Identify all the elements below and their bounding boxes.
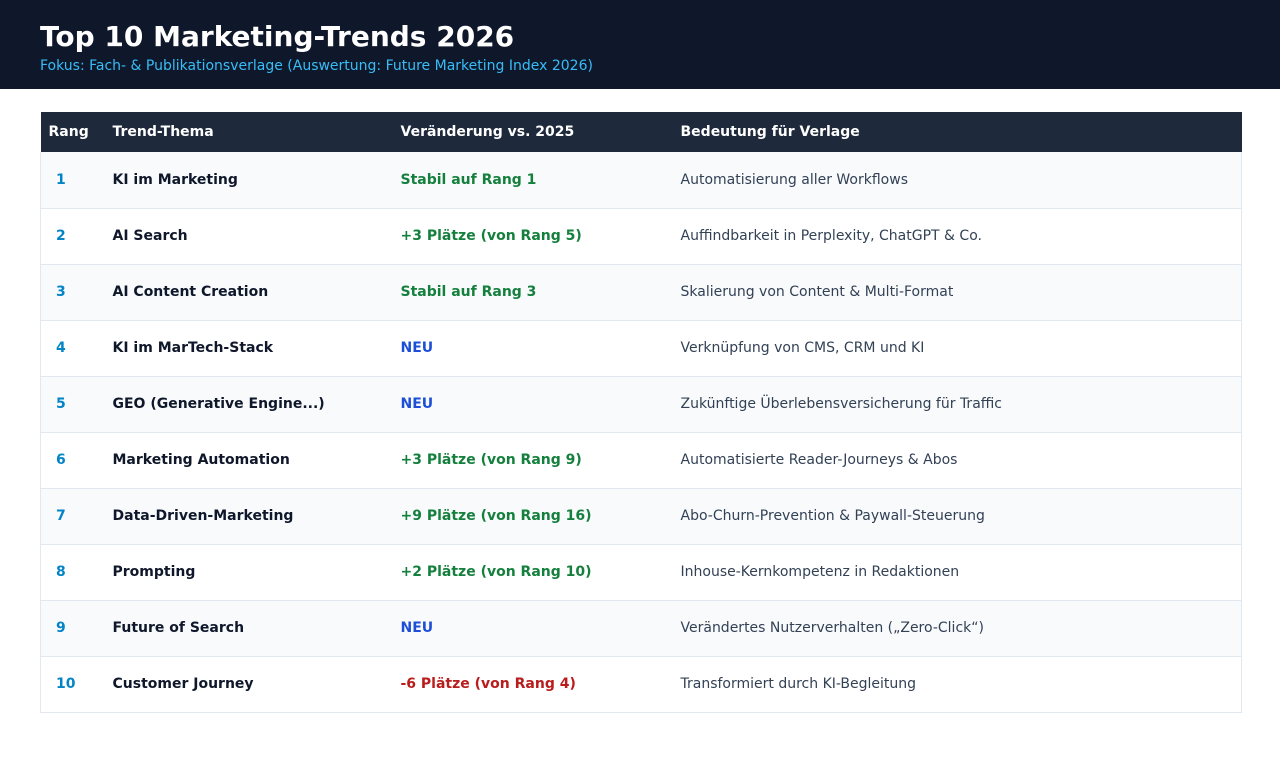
- change-cell: -6 Plätze (von Rang 4): [400, 676, 576, 692]
- meaning-cell: Automatisierte Reader-Journeys & Abos: [680, 452, 958, 468]
- topic-cell: KI im Marketing: [112, 171, 238, 188]
- rank-cell: 2: [56, 228, 66, 244]
- change-cell: +3 Plätze (von Rang 5): [400, 228, 582, 244]
- rank-cell: 9: [56, 620, 66, 636]
- trends-table: Rang Trend-Thema Veränderung vs. 2025 Be…: [40, 112, 1242, 713]
- table-row: 9 Future of Search NEU Verändertes Nutzerve…: [40, 600, 1242, 656]
- meaning-cell: Zukünftige Überlebensversicherung für Tr…: [680, 396, 1003, 412]
- rank-cell: 5: [56, 396, 66, 412]
- rank-cell: 3: [56, 284, 66, 300]
- page-header: Top 10 Marketing-Trends 2026 Fokus: Fach…: [0, 0, 1280, 89]
- table-row: 4 KI im MarTech-Stack NEU Verknüpfung von C…: [40, 320, 1242, 376]
- topic-cell: Future of Search: [112, 620, 245, 636]
- column-header-rank: Rang: [48, 124, 89, 140]
- table-row: 8 Prompting +2 Plätze (von Rang 10) Inhouse…: [40, 544, 1242, 600]
- table-header-row: Rang Trend-Thema Veränderung vs. 2025 Be…: [40, 112, 1242, 152]
- change-cell: +3 Plätze (von Rang 9): [400, 452, 582, 468]
- topic-cell: KI im MarTech-Stack: [112, 340, 274, 356]
- meaning-cell: Skalierung von Content & Multi-Format: [680, 284, 954, 300]
- meaning-cell: Transformiert durch KI-Begleitung: [680, 676, 917, 692]
- topic-cell: Data-Driven-Marketing: [112, 508, 294, 524]
- change-cell: Stabil auf Rang 1: [400, 171, 537, 188]
- page-title: Top 10 Marketing-Trends 2026: [40, 20, 515, 53]
- topic-cell: Marketing Automation: [112, 452, 290, 468]
- topic-cell: AI Search: [112, 228, 188, 244]
- change-cell: NEU: [400, 340, 434, 356]
- rank-cell: 1: [56, 171, 66, 188]
- change-cell: Stabil auf Rang 3: [400, 284, 537, 300]
- topic-cell: Customer Journey: [112, 676, 254, 692]
- column-header-meaning: Bedeutung für Verlage: [680, 124, 860, 140]
- change-cell: +9 Plätze (von Rang 16): [400, 508, 592, 524]
- meaning-cell: Inhouse-Kernkompetenz in Redaktionen: [680, 564, 960, 580]
- table-row: 2 AI Search +3 Plätze (von Rang 5) Auffindb…: [40, 208, 1242, 264]
- table-row: 7 Data-Driven-Marketing +9 Plätze (von Ran…: [40, 488, 1242, 544]
- topic-cell: AI Content Creation: [112, 284, 269, 300]
- rank-cell: 4: [56, 340, 66, 356]
- meaning-cell: Verknüpfung von CMS, CRM und KI: [680, 340, 925, 356]
- meaning-cell: Verändertes Nutzerverhalten („Zero-Click…: [680, 620, 984, 636]
- column-header-change: Veränderung vs. 2025: [400, 124, 575, 140]
- change-cell: NEU: [400, 396, 434, 412]
- rank-cell: 10: [56, 676, 76, 692]
- trends-table-container: Rang Trend-Thema Veränderung vs. 2025 Be…: [40, 112, 1242, 713]
- change-cell: +2 Plätze (von Rang 10): [400, 564, 592, 580]
- meaning-cell: Automatisierung aller Workflows: [680, 171, 909, 188]
- topic-cell: Prompting: [112, 564, 196, 580]
- table-row: 5 GEO (Generative Engine...) NEU Zukünftige…: [40, 376, 1242, 432]
- table-row: 3 AI Content Creation Stabil auf Rang 3 Ska…: [40, 264, 1242, 320]
- column-header-topic: Trend-Thema: [112, 124, 214, 140]
- meaning-cell: Auffindbarkeit in Perplexity, ChatGPT & …: [680, 228, 982, 244]
- change-cell: NEU: [400, 620, 434, 636]
- rank-cell: 7: [56, 508, 66, 524]
- meaning-cell: Abo-Churn-Prevention & Paywall-Steuerung: [680, 508, 985, 524]
- table-row: 6 Marketing Automation +3 Plätze (von Rang…: [40, 432, 1242, 488]
- page-subtitle: Fokus: Fach- & Publikationsverlage (Ausw…: [40, 58, 593, 74]
- rank-cell: 6: [56, 452, 66, 468]
- topic-cell: GEO (Generative Engine...): [112, 396, 325, 412]
- table-body: 1 KI im Marketing Stabil auf Rang 1 Automat…: [40, 152, 1242, 712]
- table-row: 1 KI im Marketing Stabil auf Rang 1 Automat…: [40, 152, 1242, 208]
- rank-cell: 8: [56, 564, 66, 580]
- table-row: 10 Customer Journey -6 Plätze (von Rang 4)…: [40, 656, 1242, 712]
